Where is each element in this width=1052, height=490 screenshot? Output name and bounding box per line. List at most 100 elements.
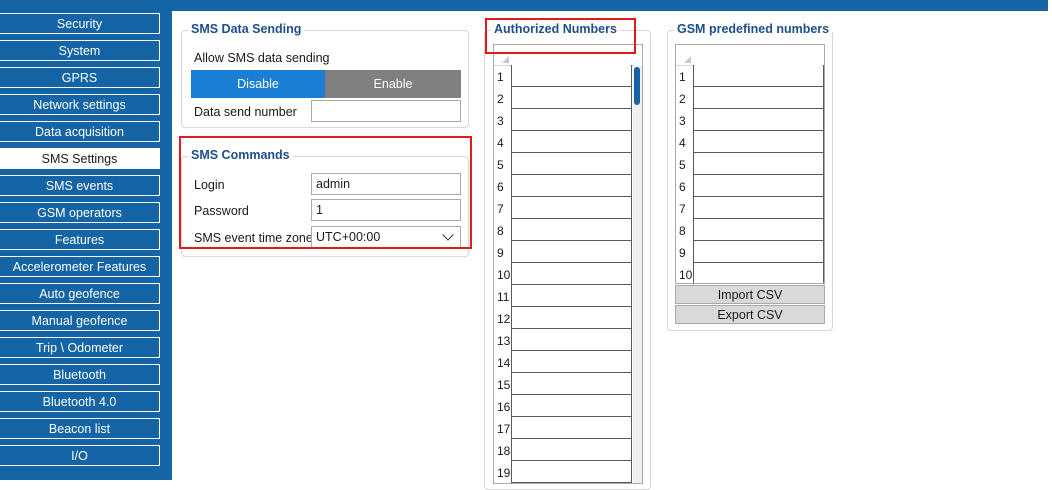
- login-input[interactable]: [311, 173, 461, 195]
- phone-number-cell[interactable]: [511, 307, 632, 329]
- phone-number-cell[interactable]: [511, 439, 632, 461]
- sidebar-item-security[interactable]: Security: [0, 13, 160, 34]
- row-number: 6: [497, 180, 504, 194]
- sms-commands-group: SMS Commands Login Password SMS event ti…: [181, 148, 469, 257]
- phone-number-cell[interactable]: [511, 109, 632, 131]
- grid-corner: [494, 45, 511, 66]
- table-row: 14: [494, 351, 642, 373]
- login-label: Login: [194, 178, 225, 192]
- table-row: 10: [494, 263, 642, 285]
- row-number: 2: [679, 92, 686, 106]
- table-row: 17: [494, 417, 642, 439]
- row-number: 6: [679, 180, 686, 194]
- import-csv-button[interactable]: Import CSV: [675, 285, 825, 304]
- timezone-select[interactable]: UTC+00:00: [311, 226, 461, 248]
- sidebar-item-auto-geofence[interactable]: Auto geofence: [0, 283, 160, 304]
- phone-number-cell[interactable]: [511, 263, 632, 285]
- sidebar-item-bluetooth-4-0[interactable]: Bluetooth 4.0: [0, 391, 160, 412]
- table-row: 18: [494, 439, 642, 461]
- phone-number-cell[interactable]: [693, 197, 824, 219]
- sidebar-item-data-acquisition[interactable]: Data acquisition: [0, 121, 160, 142]
- row-number: 19: [497, 466, 511, 480]
- phone-number-cell[interactable]: [511, 395, 632, 417]
- row-number: 13: [497, 334, 511, 348]
- phone-number-cell[interactable]: [511, 175, 632, 197]
- table-row: 8: [676, 219, 824, 241]
- row-number: 3: [679, 114, 686, 128]
- sidebar-item-gprs[interactable]: GPRS: [0, 67, 160, 88]
- sms-commands-title: SMS Commands: [188, 148, 293, 162]
- phone-number-cell[interactable]: [511, 219, 632, 241]
- authorized-numbers-grid: 1 2 3 4 5 6 7 8 9 10 11 12 13 14 15 16 17 18 19: [493, 44, 643, 484]
- row-number: 9: [679, 246, 686, 260]
- sidebar-item-sms-settings[interactable]: SMS Settings: [0, 148, 160, 169]
- password-label: Password: [194, 204, 249, 218]
- allow-sms-label: Allow SMS data sending: [194, 51, 330, 65]
- phone-number-cell[interactable]: [693, 219, 824, 241]
- phone-number-cell[interactable]: [693, 263, 824, 283]
- sidebar-item-accelerometer-features[interactable]: Accelerometer Features: [0, 256, 160, 277]
- table-row: 8: [494, 219, 642, 241]
- phone-number-cell[interactable]: [511, 329, 632, 351]
- chevron-down-icon: [442, 229, 454, 241]
- row-number: 5: [679, 158, 686, 172]
- sidebar-item-system[interactable]: System: [0, 40, 160, 61]
- sidebar-item-sms-events[interactable]: SMS events: [0, 175, 160, 196]
- disable-button[interactable]: Disable: [191, 70, 325, 98]
- sidebar-item-beacon-list[interactable]: Beacon list: [0, 418, 160, 439]
- sidebar-item-i-o[interactable]: I/O: [0, 445, 160, 466]
- table-row: 1: [494, 65, 642, 87]
- row-number: 7: [679, 202, 686, 216]
- phone-number-cell[interactable]: [693, 65, 824, 87]
- table-row: 4: [494, 131, 642, 153]
- table-row: 15: [494, 373, 642, 395]
- phone-number-cell[interactable]: [511, 417, 632, 439]
- table-row: 13: [494, 329, 642, 351]
- sidebar-item-features[interactable]: Features: [0, 229, 160, 250]
- row-number: 5: [497, 158, 504, 172]
- timezone-label: SMS event time zone: [194, 231, 313, 245]
- sms-data-sending-title: SMS Data Sending: [188, 22, 305, 36]
- table-row: 1: [676, 65, 824, 87]
- table-row: 3: [494, 109, 642, 131]
- row-number: 8: [497, 224, 504, 238]
- table-row: 7: [494, 197, 642, 219]
- table-row: 9: [494, 241, 642, 263]
- phone-number-cell[interactable]: [511, 373, 632, 395]
- row-number: 10: [679, 268, 693, 282]
- password-input[interactable]: [311, 199, 461, 221]
- sidebar-item-manual-geofence[interactable]: Manual geofence: [0, 310, 160, 331]
- grid-header: [511, 45, 642, 66]
- phone-number-cell[interactable]: [693, 87, 824, 109]
- row-number: 7: [497, 202, 504, 216]
- phone-number-cell[interactable]: [511, 87, 632, 109]
- row-number: 8: [679, 224, 686, 238]
- table-row: 10: [676, 263, 824, 283]
- phone-number-cell[interactable]: [693, 241, 824, 263]
- enable-button[interactable]: Enable: [325, 70, 461, 98]
- top-bar-notch: [1048, 0, 1052, 11]
- phone-number-cell[interactable]: [511, 131, 632, 153]
- phone-number-cell[interactable]: [693, 131, 824, 153]
- row-number: 10: [497, 268, 511, 282]
- phone-number-cell[interactable]: [693, 175, 824, 197]
- sidebar-item-bluetooth[interactable]: Bluetooth: [0, 364, 160, 385]
- row-number: 16: [497, 400, 511, 414]
- sidebar-item-trip-odometer[interactable]: Trip \ Odometer: [0, 337, 160, 358]
- phone-number-cell[interactable]: [693, 109, 824, 131]
- table-row: 6: [676, 175, 824, 197]
- phone-number-cell[interactable]: [511, 241, 632, 263]
- phone-number-cell[interactable]: [693, 153, 824, 175]
- phone-number-cell[interactable]: [511, 153, 632, 175]
- row-number: 17: [497, 422, 511, 436]
- gsm-predefined-grid: 1 2 3 4 5 6 7 8 9 10: [675, 44, 825, 284]
- data-send-number-input[interactable]: [311, 100, 461, 122]
- sidebar-item-network-settings[interactable]: Network settings: [0, 94, 160, 115]
- sidebar-item-gsm-operators[interactable]: GSM operators: [0, 202, 160, 223]
- phone-number-cell[interactable]: [511, 197, 632, 219]
- export-csv-button[interactable]: Export CSV: [675, 305, 825, 324]
- phone-number-cell[interactable]: [511, 351, 632, 373]
- table-row: 16: [494, 395, 642, 417]
- phone-number-cell[interactable]: [511, 285, 632, 307]
- phone-number-cell[interactable]: [511, 65, 632, 87]
